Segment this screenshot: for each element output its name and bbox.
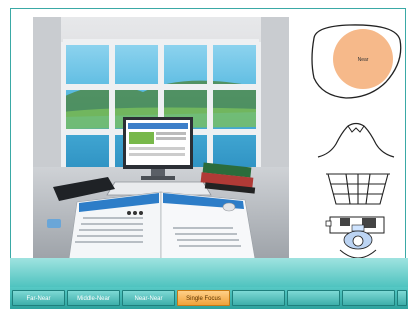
tab-empty-4[interactable] (397, 290, 407, 306)
focus-mode-tabbar: Far-Near Middle-Near Near-Near Single Fo… (10, 287, 408, 309)
lens-icons-panel: Near (300, 20, 408, 270)
mountain-view-icon (317, 122, 395, 158)
tab-single-focus[interactable]: Single Focus (177, 290, 230, 306)
tab-empty-1[interactable] (232, 290, 285, 306)
tab-empty-3[interactable] (342, 290, 395, 306)
office-desk-photo (33, 17, 289, 259)
lens-outline-icon: Near (311, 24, 402, 99)
tab-near-near[interactable]: Near-Near (122, 290, 175, 306)
tab-middle-near[interactable]: Middle-Near (67, 290, 120, 306)
bottom-accent-band (10, 258, 408, 288)
tab-far-near[interactable]: Far-Near (12, 290, 65, 306)
window-grid-icon (326, 173, 390, 205)
near-zone-label: Near (358, 57, 369, 63)
desk-workstation-icon (325, 216, 385, 259)
tab-empty-2[interactable] (287, 290, 340, 306)
